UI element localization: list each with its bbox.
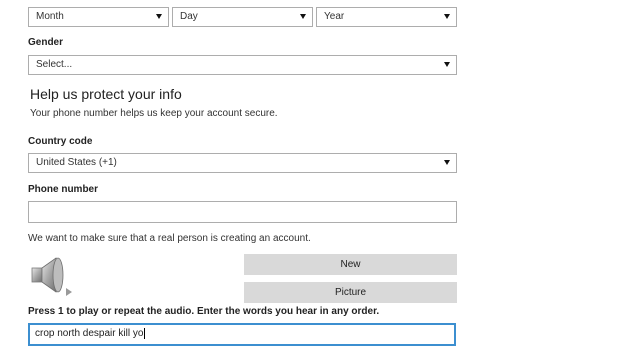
chevron-down-icon	[444, 160, 450, 165]
picture-captcha-button[interactable]: Picture	[244, 282, 457, 303]
month-select[interactable]: Month	[28, 7, 169, 27]
captcha-answer-input[interactable]: crop north despair kill yo	[28, 323, 456, 346]
captcha-intro-text: We want to make sure that a real person …	[28, 233, 311, 244]
play-icon[interactable]	[66, 288, 72, 296]
day-select[interactable]: Day	[172, 7, 313, 27]
year-select[interactable]: Year	[316, 7, 457, 27]
chevron-down-icon	[156, 14, 162, 19]
protect-heading: Help us protect your info	[30, 86, 182, 102]
day-select-value: Day	[180, 11, 198, 22]
gender-label: Gender	[28, 37, 64, 48]
new-captcha-button[interactable]: New	[244, 254, 457, 275]
captcha-answer-value: crop north despair kill yo	[35, 328, 144, 339]
audio-captcha-area[interactable]	[28, 254, 78, 298]
protect-subtext: Your phone number helps us keep your acc…	[30, 108, 278, 119]
captcha-instructions: Press 1 to play or repeat the audio. Ent…	[28, 306, 380, 317]
month-select-value: Month	[36, 11, 64, 22]
country-code-value: United States (+1)	[36, 157, 117, 168]
country-code-select[interactable]: United States (+1)	[28, 153, 457, 173]
country-code-label: Country code	[28, 136, 93, 147]
phone-number-label: Phone number	[28, 184, 99, 195]
year-select-value: Year	[324, 11, 345, 22]
chevron-down-icon	[300, 14, 306, 19]
chevron-down-icon	[444, 14, 450, 19]
text-caret	[144, 327, 146, 339]
chevron-down-icon	[444, 62, 450, 67]
phone-number-input[interactable]	[28, 201, 457, 223]
gender-select-value: Select...	[36, 59, 73, 70]
gender-select[interactable]: Select...	[28, 55, 457, 75]
